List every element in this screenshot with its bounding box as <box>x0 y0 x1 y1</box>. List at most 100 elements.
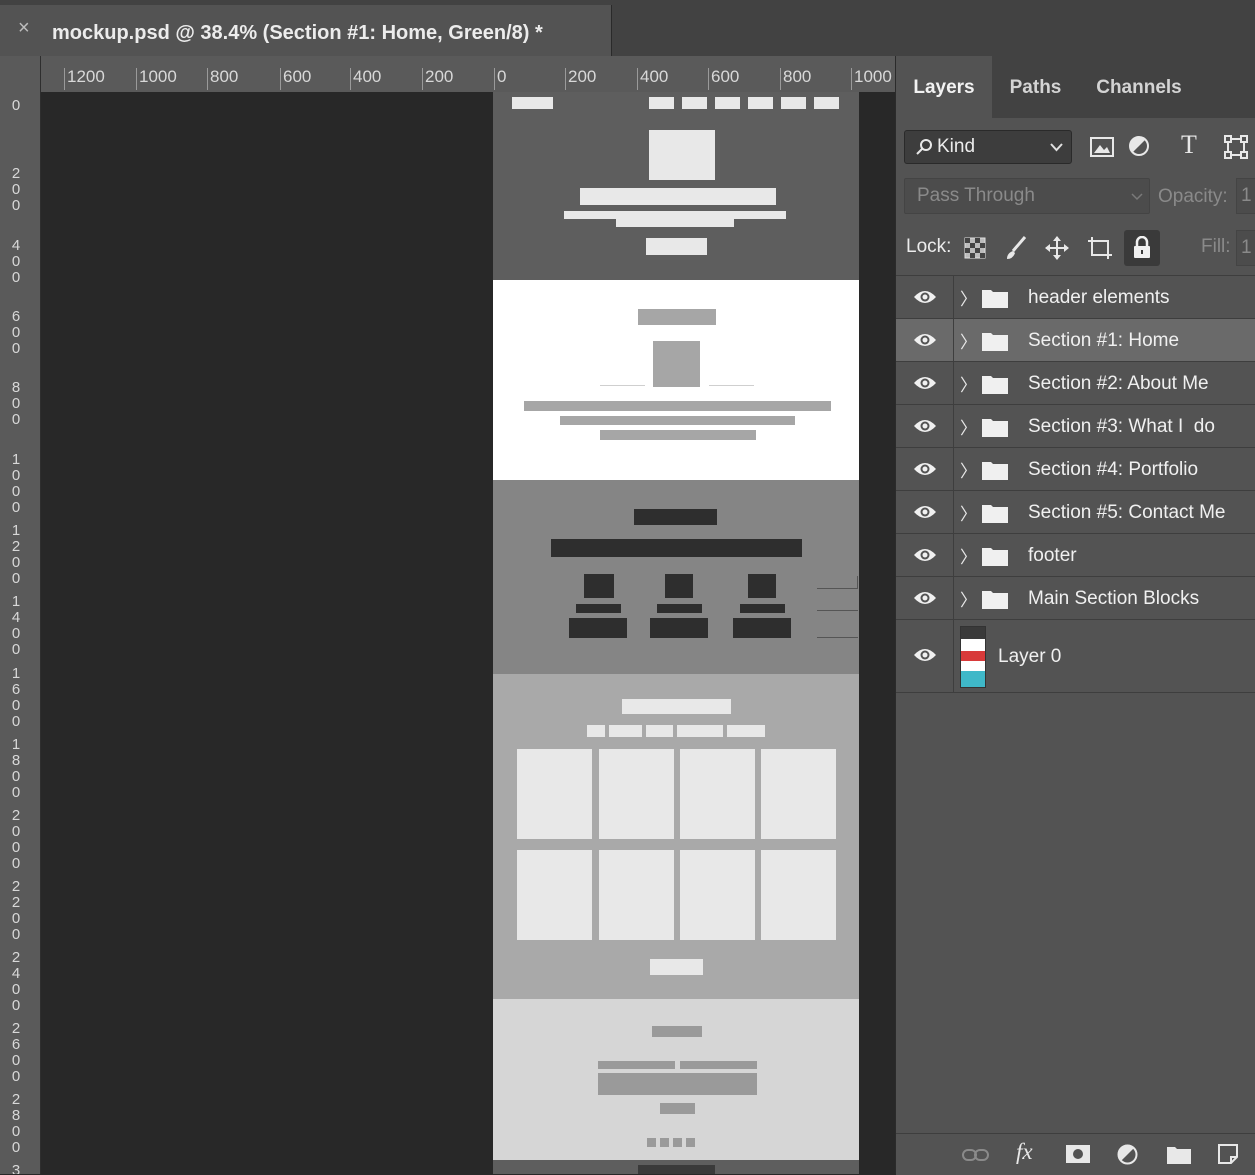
mockup-service-icon <box>584 574 614 598</box>
mockup-portfolio-tile <box>680 749 755 839</box>
fill-input[interactable]: 1 <box>1236 230 1255 266</box>
ruler-corner[interactable] <box>0 56 41 92</box>
adjustment-filter-icon[interactable] <box>1128 135 1150 157</box>
new-group-icon[interactable] <box>1167 1145 1191 1164</box>
layer-name: Main Section Blocks <box>1028 588 1200 609</box>
expand-chevron-icon[interactable]: 〉 <box>960 500 977 525</box>
layer-row-footer[interactable]: 〉 footer <box>896 533 1255 576</box>
mockup-contact-field <box>598 1061 675 1069</box>
visibility-eye-icon[interactable] <box>913 590 937 606</box>
layer-row-section-5-contact-me[interactable]: 〉 Section #5: Contact Me <box>896 490 1255 533</box>
mask-icon[interactable] <box>1066 1145 1090 1163</box>
expand-chevron-icon[interactable]: 〉 <box>960 285 977 310</box>
chevron-down-icon <box>1131 193 1143 201</box>
new-layer-icon[interactable] <box>1218 1144 1238 1164</box>
row-divider <box>953 276 954 318</box>
visibility-eye-icon[interactable] <box>913 332 937 348</box>
mockup-section-what-i-do <box>493 480 859 674</box>
row-divider <box>953 577 954 619</box>
visibility-eye-icon[interactable] <box>913 647 937 663</box>
mockup-filter-item <box>646 725 673 737</box>
adjustment-icon[interactable] <box>1117 1144 1138 1165</box>
lock-image-pixels-icon[interactable] <box>1004 235 1028 261</box>
mockup-service-text <box>569 618 627 638</box>
mockup-portfolio-tile <box>517 850 592 940</box>
canvas-area[interactable] <box>41 92 896 1174</box>
mockup-nav-item <box>781 97 806 109</box>
layer-row-header-elements[interactable]: 〉 header elements <box>896 275 1255 318</box>
folder-icon <box>982 505 1008 523</box>
document-tab[interactable]: × mockup.psd @ 38.4% (Section #1: Home, … <box>0 5 612 56</box>
layer-row-layer-0[interactable]: Layer 0 <box>896 619 1255 693</box>
horizontal-ruler[interactable]: 1200 1000 800 600 400 200 0 200 400 600 … <box>0 56 895 93</box>
mockup-hero-subtitle <box>616 219 734 227</box>
link-icon[interactable] <box>962 1148 990 1162</box>
type-filter-icon[interactable]: T <box>1181 130 1197 160</box>
layer-row-section-3-what-i-do[interactable]: 〉 Section #3: What I do <box>896 404 1255 447</box>
ruler-tick: 200 <box>11 165 21 214</box>
vertical-ruler[interactable]: 0 200 400 600 800 1000 1200 1400 1600 18… <box>0 92 41 1174</box>
blend-mode-select[interactable]: Pass Through <box>904 178 1150 214</box>
mockup-footer-text <box>638 1165 715 1174</box>
shape-filter-icon[interactable] <box>1224 135 1248 159</box>
close-tab-icon[interactable]: × <box>18 17 30 40</box>
mockup-social-icon <box>647 1138 656 1147</box>
opacity-input[interactable]: 1 <box>1236 178 1255 214</box>
lock-all-button[interactable] <box>1124 230 1160 266</box>
visibility-eye-icon[interactable] <box>913 461 937 477</box>
expand-chevron-icon[interactable]: 〉 <box>960 328 977 353</box>
tab-paths[interactable]: Paths <box>993 56 1078 118</box>
visibility-eye-icon[interactable] <box>913 504 937 520</box>
ruler-tick: 1200 <box>64 68 105 90</box>
ruler-tick: 1000 <box>11 451 21 516</box>
mockup-social-icon <box>686 1138 695 1147</box>
mockup-portfolio-tile <box>761 749 836 839</box>
artboard-mockup[interactable] <box>493 92 859 1174</box>
ruler-tick: 1200 <box>11 522 21 587</box>
ruler-tick: 600 <box>280 68 311 90</box>
mockup-section-home <box>493 92 859 280</box>
expand-chevron-icon[interactable]: 〉 <box>960 371 977 396</box>
layer-row-main-section-blocks[interactable]: 〉 Main Section Blocks <box>896 576 1255 619</box>
mockup-services-subtitle <box>551 539 802 557</box>
mockup-guide-line <box>857 576 858 588</box>
layer-name: footer <box>1028 545 1077 566</box>
lock-transparent-pixels-icon[interactable] <box>964 237 986 259</box>
layers-bottom-bar: fx <box>896 1133 1255 1175</box>
ruler-tick: 2600 <box>11 1020 21 1085</box>
tab-layers[interactable]: Layers <box>896 56 992 118</box>
fx-icon[interactable]: fx <box>1016 1139 1033 1165</box>
mockup-section-portfolio <box>493 674 859 999</box>
expand-chevron-icon[interactable]: 〉 <box>960 414 977 439</box>
mockup-social-icon <box>660 1138 669 1147</box>
mockup-contact-button <box>660 1103 695 1114</box>
layer-row-section-1-home[interactable]: 〉 Section #1: Home <box>896 318 1255 361</box>
tab-channels[interactable]: Channels <box>1079 56 1199 118</box>
mockup-portfolio-tile <box>680 850 755 940</box>
row-divider <box>953 491 954 533</box>
folder-icon <box>982 419 1008 437</box>
expand-chevron-icon[interactable]: 〉 <box>960 543 977 568</box>
mockup-portfolio-tile <box>517 749 592 839</box>
ruler-tick: 200 <box>422 68 453 90</box>
expand-chevron-icon[interactable]: 〉 <box>960 586 977 611</box>
lock-position-icon[interactable] <box>1044 235 1070 261</box>
layer-row-section-2-about-me[interactable]: 〉 Section #2: About Me <box>896 361 1255 404</box>
ruler-tick: 2800 <box>11 1091 21 1156</box>
opacity-value: 1 <box>1241 185 1252 206</box>
fill-value: 1 <box>1241 237 1252 258</box>
layer-row-section-4-portfolio[interactable]: 〉 Section #4: Portfolio <box>896 447 1255 490</box>
lock-artboard-icon[interactable] <box>1087 236 1113 260</box>
image-filter-icon[interactable] <box>1090 137 1114 157</box>
mockup-filter-item <box>609 725 642 737</box>
visibility-eye-icon[interactable] <box>913 418 937 434</box>
visibility-eye-icon[interactable] <box>913 547 937 563</box>
mockup-about-text <box>560 416 795 425</box>
visibility-eye-icon[interactable] <box>913 289 937 305</box>
expand-chevron-icon[interactable]: 〉 <box>960 457 977 482</box>
mockup-filter-item <box>587 725 605 737</box>
filter-kind-select[interactable]: Kind <box>904 130 1072 164</box>
ruler-tick: 600 <box>708 68 739 90</box>
visibility-eye-icon[interactable] <box>913 375 937 391</box>
mockup-contact-message <box>598 1073 757 1095</box>
